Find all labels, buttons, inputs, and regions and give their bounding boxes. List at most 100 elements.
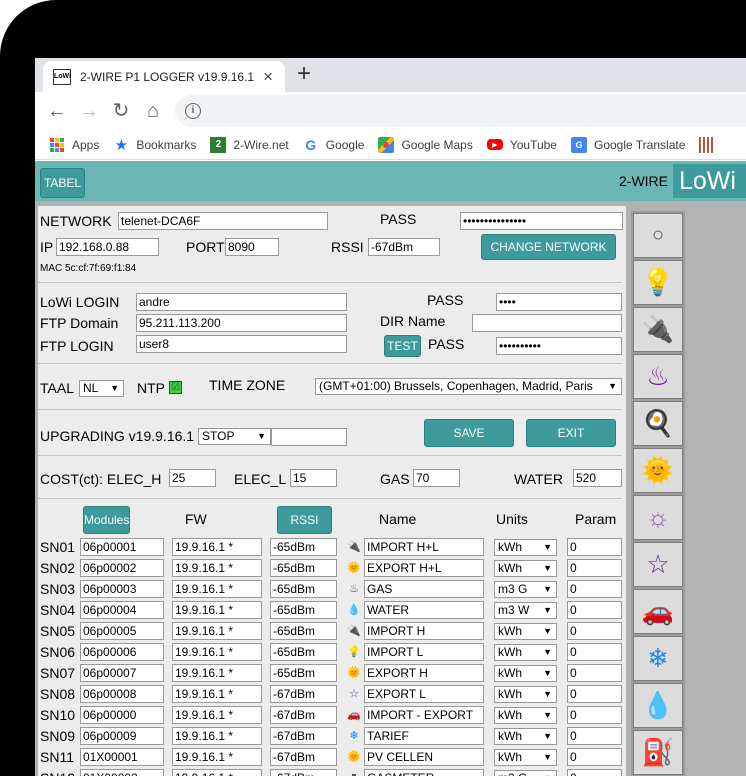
module-id-input[interactable]: 06p00005 [80,622,164,640]
bookmark-bookmarks[interactable]: ★ Bookmarks [113,137,197,154]
bookmark-overflow[interactable] [699,136,722,153]
module-name-input[interactable]: IMPORT L [364,643,484,661]
sidebar-plug-button[interactable]: 🔌 [633,307,683,352]
ftp-pass-input[interactable]: •••••••••• [496,337,622,355]
home-icon[interactable]: ⌂ [141,99,165,123]
close-icon[interactable]: × [263,67,273,87]
module-name-input[interactable]: EXPORT H [364,664,484,682]
cost-elec-l-input[interactable]: 15 [290,469,337,487]
module-name-input[interactable]: WATER [364,601,484,619]
module-id-input[interactable]: 01X00002 [80,769,164,776]
param-input[interactable]: 0 [567,706,622,724]
save-button[interactable]: SAVE [424,419,514,447]
module-id-input[interactable]: 06p00009 [80,727,164,745]
module-name-input[interactable]: EXPORT H+L [364,559,484,577]
sidebar-sun-outline-button[interactable]: ☼ [633,495,683,540]
sidebar-fuel-button[interactable]: ⛽ [633,730,683,775]
cost-gas-input[interactable]: 70 [413,469,460,487]
sidebar-car-button[interactable]: 🚗 [633,589,683,634]
param-input[interactable]: 0 [567,664,622,682]
module-name-input[interactable]: GASMETER [364,769,484,776]
network-input[interactable]: telenet-DCA6F [118,212,328,230]
bookmark-2wire[interactable]: 2 2-Wire.net [210,136,289,153]
module-name-input[interactable]: IMPORT - EXPORT [364,706,484,724]
dir-name-input[interactable] [472,314,622,332]
exit-button[interactable]: EXIT [526,419,616,447]
sidebar-water-drops-button[interactable]: 💧 [633,683,683,728]
module-id-input[interactable]: 06p00002 [80,559,164,577]
back-arrow-icon[interactable]: ← [45,99,69,123]
unit-select[interactable]: kWh ▼ [494,728,557,745]
change-network-button[interactable]: CHANGE NETWORK [481,234,616,260]
module-name-input[interactable]: GAS [364,580,484,598]
module-id-input[interactable]: 06p00008 [80,685,164,703]
param-input[interactable]: 0 [567,538,622,556]
sidebar-circle-button[interactable]: ○ [633,213,683,258]
unit-select[interactable]: kWh ▼ [494,623,557,640]
param-input[interactable]: 0 [567,727,622,745]
unit-select[interactable]: kWh ▼ [494,665,557,682]
sidebar-snowflake-button[interactable]: ❄ [633,636,683,681]
wifi-pass-input[interactable]: ••••••••••••••• [460,212,623,230]
modules-button[interactable]: Modules [83,506,130,534]
module-id-input[interactable]: 01X00001 [80,748,164,766]
address-bar[interactable]: i [175,95,746,127]
sidebar-sun-button[interactable]: 🌞 [633,448,683,493]
module-id-input[interactable]: 06p00006 [80,643,164,661]
unit-select[interactable]: kWh ▼ [494,560,557,577]
lowi-pass-input[interactable]: •••• [496,293,622,311]
port-input[interactable]: 8090 [225,238,279,256]
module-id-input[interactable]: 06p00007 [80,664,164,682]
new-tab-plus-icon[interactable]: + [297,62,311,86]
module-id-input[interactable]: 06p00001 [80,538,164,556]
ftp-login-input[interactable]: user8 [136,335,347,353]
upgrade-select[interactable]: STOP ▼ [198,428,271,445]
unit-select[interactable]: m3 G ▼ [494,770,557,776]
unit-select[interactable]: kWh ▼ [494,539,557,556]
bookmark-google-maps[interactable]: Google Maps [378,136,473,153]
browser-tab[interactable]: LoWi 2-WIRE P1 LOGGER v19.9.16.1 × [43,61,285,92]
tabel-button[interactable]: TABEL [40,168,85,198]
module-id-input[interactable]: 06p00000 [80,706,164,724]
unit-select[interactable]: kWh ▼ [494,749,557,766]
bookmark-apps[interactable]: Apps [49,137,99,153]
ftp-domain-input[interactable]: 95.211.113.200 [136,314,347,332]
module-name-input[interactable]: IMPORT H [364,622,484,640]
param-input[interactable]: 0 [567,748,622,766]
ip-input[interactable]: 192.168.0.88 [56,238,159,256]
unit-select[interactable]: kWh ▼ [494,644,557,661]
taal-select[interactable]: NL ▼ [79,380,124,397]
test-button[interactable]: TEST [384,335,421,357]
param-input[interactable]: 0 [567,622,622,640]
cost-water-input[interactable]: 520 [573,469,622,487]
param-input[interactable]: 0 [567,601,622,619]
module-id-input[interactable]: 06p00004 [80,601,164,619]
module-name-input[interactable]: PV CELLEN [364,748,484,766]
unit-select[interactable]: m3 G ▼ [494,581,557,598]
info-icon[interactable]: i [185,103,201,119]
time-zone-select[interactable]: (GMT+01:00) Brussels, Copenhagen, Madrid… [315,378,622,395]
reload-icon[interactable]: ↻ [109,99,133,123]
param-input[interactable]: 0 [567,685,622,703]
sidebar-bulb-button[interactable]: 💡 [633,260,683,305]
sidebar-gas-flame-button[interactable]: ♨ [633,354,683,399]
param-input[interactable]: 0 [567,580,622,598]
bookmark-google[interactable]: G Google [303,137,364,153]
upgrade-input[interactable] [271,428,347,446]
sidebar-star-outline-button[interactable]: ☆ [633,542,683,587]
ntp-checkbox[interactable]: ☑ [169,381,182,394]
unit-select[interactable]: kWh ▼ [494,686,557,703]
module-name-input[interactable]: TARIEF [364,727,484,745]
bookmark-google-translate[interactable]: G Google Translate [570,136,685,153]
unit-select[interactable]: kWh ▼ [494,707,557,724]
module-name-input[interactable]: IMPORT H+L [364,538,484,556]
sidebar-frying-pan-button[interactable]: 🍳 [633,401,683,446]
param-input[interactable]: 0 [567,769,622,776]
param-input[interactable]: 0 [567,643,622,661]
rssi-button[interactable]: RSSI [277,506,332,534]
module-id-input[interactable]: 06p00003 [80,580,164,598]
module-name-input[interactable]: EXPORT L [364,685,484,703]
bookmark-youtube[interactable]: ▶ YouTube [486,138,557,152]
param-input[interactable]: 0 [567,559,622,577]
forward-arrow-icon[interactable]: → [77,99,101,123]
